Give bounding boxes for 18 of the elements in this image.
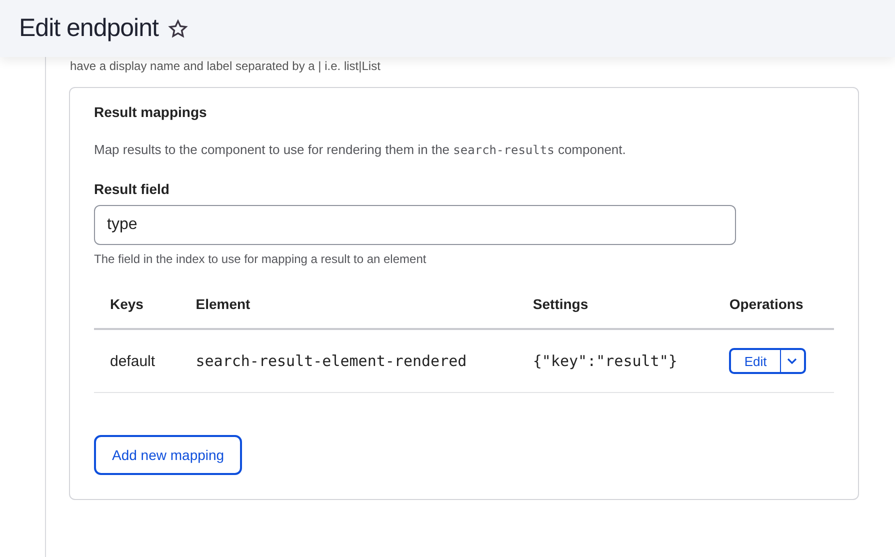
page-title: Edit endpoint [19, 14, 158, 43]
column-header: Element [180, 286, 517, 329]
column-header: Operations [713, 286, 834, 329]
column-header: Keys [94, 286, 180, 329]
column-header: Settings [516, 286, 714, 329]
field-label: Result field [94, 181, 170, 197]
description-text: Map results to the component to use for rendering them in the search-results component. [94, 142, 627, 157]
section-title: Result mappings [94, 104, 208, 120]
star-icon[interactable] [168, 18, 188, 38]
table-cell: search-result-element-rendered [180, 329, 517, 392]
help-text: have a display name and label separated by a | i.e. list|List [70, 58, 382, 75]
dropdown-button[interactable] [780, 350, 804, 372]
input-field[interactable]: type [94, 205, 736, 245]
help-text: The field in the index to use for mapping a result to an element [94, 252, 428, 266]
table-cell: {"key":"result"} [516, 329, 714, 392]
table-cell: default [94, 329, 180, 392]
caret-icon [787, 358, 798, 364]
add-mapping-button[interactable]: Add new mapping [94, 435, 242, 475]
